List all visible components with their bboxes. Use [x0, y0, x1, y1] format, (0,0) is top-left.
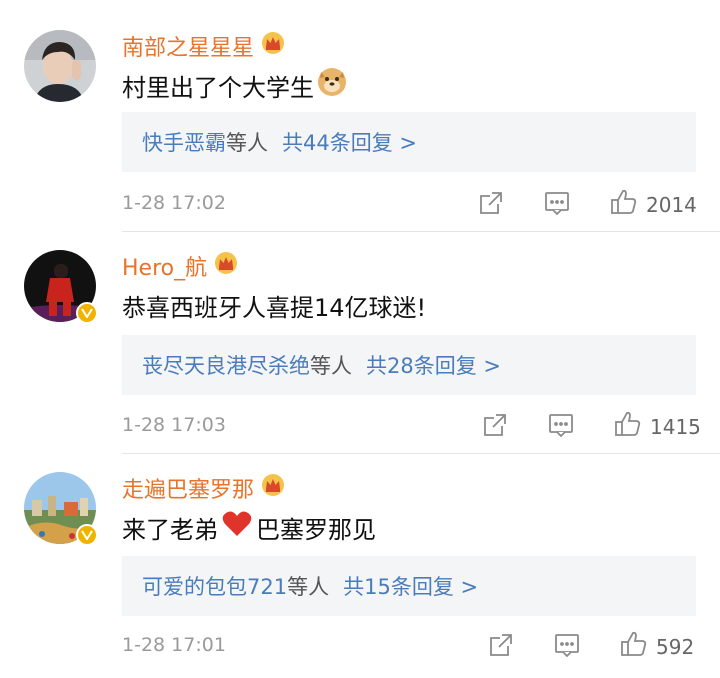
comment-text: 村里出了个大学生 — [122, 66, 348, 104]
doge-emoji-icon — [316, 66, 348, 104]
username-text[interactable]: 走遍巴塞罗那 — [122, 472, 254, 504]
comment-text-before: 来了老弟 — [122, 515, 218, 544]
like-count: 2014 — [646, 192, 697, 217]
thumbs-up-icon[interactable] — [610, 188, 638, 221]
timestamp: 1-28 17:02 — [122, 192, 226, 214]
reply-mid-text: 等人 — [226, 131, 268, 155]
comment-item: Hero_航 恭喜西班牙人喜提14亿球迷! 丧尽天良港尽杀绝 等人 共28条回复… — [0, 232, 720, 454]
comment-text: 恭喜西班牙人喜提14亿球迷! — [122, 288, 426, 322]
comment-icon[interactable] — [548, 412, 574, 442]
comment-text-content: 村里出了个大学生 — [122, 73, 314, 102]
share-icon[interactable] — [478, 190, 504, 220]
reply-users-link[interactable]: 可爱的包包721 — [142, 571, 287, 601]
comment-item: 走遍巴塞罗那 来了老弟 巴塞罗那见 可爱的包包721 等人 共15条回复 > 1… — [0, 454, 720, 678]
reply-summary-box[interactable]: 快手恶霸 等人 共44条回复 > — [122, 112, 696, 172]
timestamp: 1-28 17:01 — [122, 634, 226, 656]
share-icon[interactable] — [488, 632, 514, 662]
reply-mid-text: 等人 — [310, 354, 352, 378]
like-count: 592 — [656, 634, 695, 659]
reply-users-link[interactable]: 丧尽天良港尽杀绝 — [142, 350, 310, 380]
comment-text-content: 恭喜西班牙人喜提14亿球迷! — [122, 293, 427, 322]
share-icon[interactable] — [482, 412, 508, 442]
crown-badge-icon — [213, 251, 239, 281]
username[interactable]: 南部之星星星 — [122, 30, 286, 62]
username[interactable]: Hero_航 — [122, 250, 239, 282]
reply-count-link[interactable]: 共15条回复 > — [343, 571, 478, 601]
red-heart-emoji-icon — [222, 510, 252, 544]
like-button[interactable]: 592 — [620, 630, 694, 663]
reply-count-link[interactable]: 共44条回复 > — [282, 127, 417, 157]
thumbs-up-icon[interactable] — [620, 630, 648, 663]
comment-item: 南部之星星星 村里出了个大学生 快手恶霸 等人 共44条回复 > 1-28 17… — [0, 0, 720, 232]
comment-icon[interactable] — [544, 190, 570, 220]
crown-badge-icon — [260, 31, 286, 61]
like-button[interactable]: 1415 — [614, 410, 701, 443]
comment-icon[interactable] — [554, 632, 580, 662]
comment-text: 来了老弟 巴塞罗那见 — [122, 510, 376, 544]
reply-count-link[interactable]: 共28条回复 > — [366, 350, 501, 380]
comment-meta: 1-28 17:02 2014 — [122, 188, 697, 221]
reply-mid-text: 等人 — [287, 575, 330, 599]
like-count: 1415 — [650, 414, 701, 439]
verified-badge-icon — [76, 302, 98, 324]
reply-summary-box[interactable]: 丧尽天良港尽杀绝 等人 共28条回复 > — [122, 335, 696, 395]
comment-meta: 1-28 17:01 592 — [122, 630, 696, 660]
reply-summary-box[interactable]: 可爱的包包721 等人 共15条回复 > — [122, 556, 696, 616]
username[interactable]: 走遍巴塞罗那 — [122, 472, 286, 504]
like-button[interactable]: 2014 — [610, 188, 697, 221]
comment-list: 南部之星星星 村里出了个大学生 快手恶霸 等人 共44条回复 > 1-28 17… — [0, 0, 720, 678]
comment-meta: 1-28 17:03 1415 — [122, 410, 701, 442]
comment-text-after: 巴塞罗那见 — [256, 515, 376, 544]
verified-badge-icon — [76, 524, 98, 546]
thumbs-up-icon[interactable] — [614, 410, 642, 443]
username-text[interactable]: 南部之星星星 — [122, 30, 254, 62]
reply-users-link[interactable]: 快手恶霸 — [142, 127, 226, 157]
crown-badge-icon — [260, 473, 286, 503]
timestamp: 1-28 17:03 — [122, 414, 226, 436]
avatar[interactable] — [24, 30, 96, 102]
username-text[interactable]: Hero_航 — [122, 250, 207, 282]
